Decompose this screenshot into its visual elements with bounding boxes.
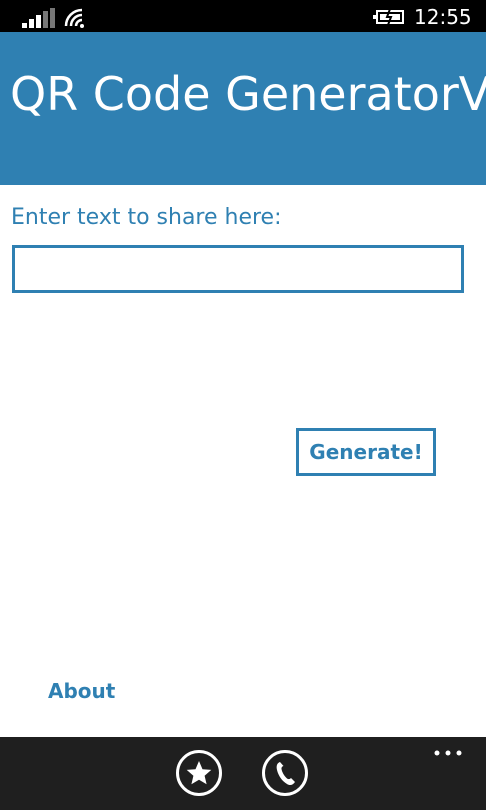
app-bar bbox=[0, 737, 486, 810]
about-link[interactable]: About bbox=[48, 677, 115, 705]
page-title: QR Code GeneratorV bbox=[10, 67, 486, 121]
wifi-icon bbox=[64, 8, 84, 28]
ellipsis-icon[interactable] bbox=[432, 743, 464, 763]
status-time: 12:55 bbox=[414, 5, 472, 29]
battery-charging-icon bbox=[373, 9, 404, 25]
share-text-input[interactable] bbox=[12, 245, 464, 293]
signal-strength-icon bbox=[22, 8, 55, 28]
favorite-button[interactable] bbox=[176, 750, 222, 796]
app-header: QR Code GeneratorV bbox=[0, 32, 486, 185]
app-screen: 12:55 QR Code GeneratorV Enter text to s… bbox=[0, 0, 486, 810]
status-bar: 12:55 bbox=[0, 0, 486, 32]
phone-icon bbox=[276, 762, 295, 786]
generate-button[interactable]: Generate! bbox=[296, 428, 436, 476]
share-text-label: Enter text to share here: bbox=[11, 205, 282, 230]
star-icon bbox=[186, 761, 212, 785]
call-button[interactable] bbox=[262, 750, 308, 796]
